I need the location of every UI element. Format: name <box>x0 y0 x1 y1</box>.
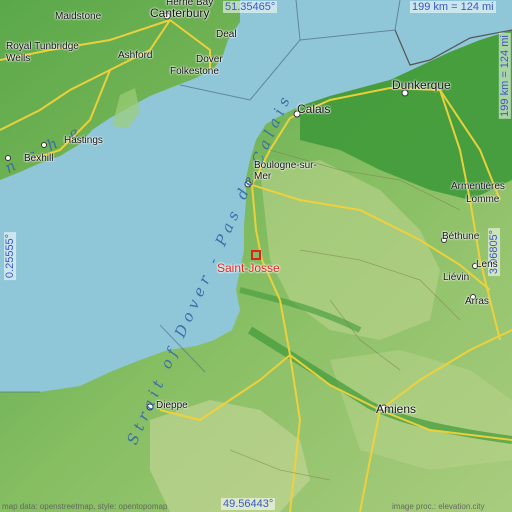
city-canterbury: Canterbury <box>150 6 210 20</box>
city-dunkerque: Dunkerque <box>392 78 451 92</box>
city-armentieres: Armentières <box>451 181 505 192</box>
saint-josse-label[interactable]: Saint-Josse <box>217 261 280 275</box>
city-lens: Lens <box>476 259 498 270</box>
city-dieppe: Dieppe <box>156 400 188 411</box>
city-calais: Calais <box>297 102 331 116</box>
terrain-layer <box>0 0 512 512</box>
city-bexhill: Bexhill <box>24 153 54 164</box>
scale-horizontal: 199 km = 124 mi <box>410 1 496 13</box>
city-boulogne: Boulogne-sur- <box>254 160 317 171</box>
city-bethune: Béthune <box>442 231 480 242</box>
map-view[interactable]: 51.35465° 49.56443° 0.25555° 3.06805° 19… <box>0 0 512 512</box>
city-herne-bay: Herne Bay <box>166 0 214 8</box>
top-latitude-label: 51.35465° <box>223 1 278 13</box>
city-ashford: Ashford <box>118 50 153 61</box>
city-maidstone: Maidstone <box>55 11 102 22</box>
city-deal: Deal <box>216 29 237 40</box>
scale-vertical: 199 km = 124 mi <box>498 33 511 119</box>
city-lomme: Lomme <box>466 194 500 205</box>
city-hastings: Hastings <box>64 135 103 146</box>
left-longitude-label: 0.25555° <box>4 231 17 281</box>
city-wells: Wells <box>6 53 31 64</box>
city-folkestone: Folkestone <box>170 66 219 77</box>
attribution-right: image proc.: elevation.city <box>392 502 485 511</box>
attribution-left: map data: openstreetmap, style: opentopo… <box>2 502 168 511</box>
city-boulogne-mer: Mer <box>254 171 272 182</box>
city-lievin: Liévin <box>443 272 470 283</box>
city-dover: Dover <box>196 54 223 65</box>
city-arras: Arras <box>465 296 489 307</box>
city-amiens: Amiens <box>376 402 417 416</box>
city-royal-tunbridge: Royal Tunbridge <box>6 41 79 52</box>
bottom-latitude-label: 49.56443° <box>221 498 276 510</box>
